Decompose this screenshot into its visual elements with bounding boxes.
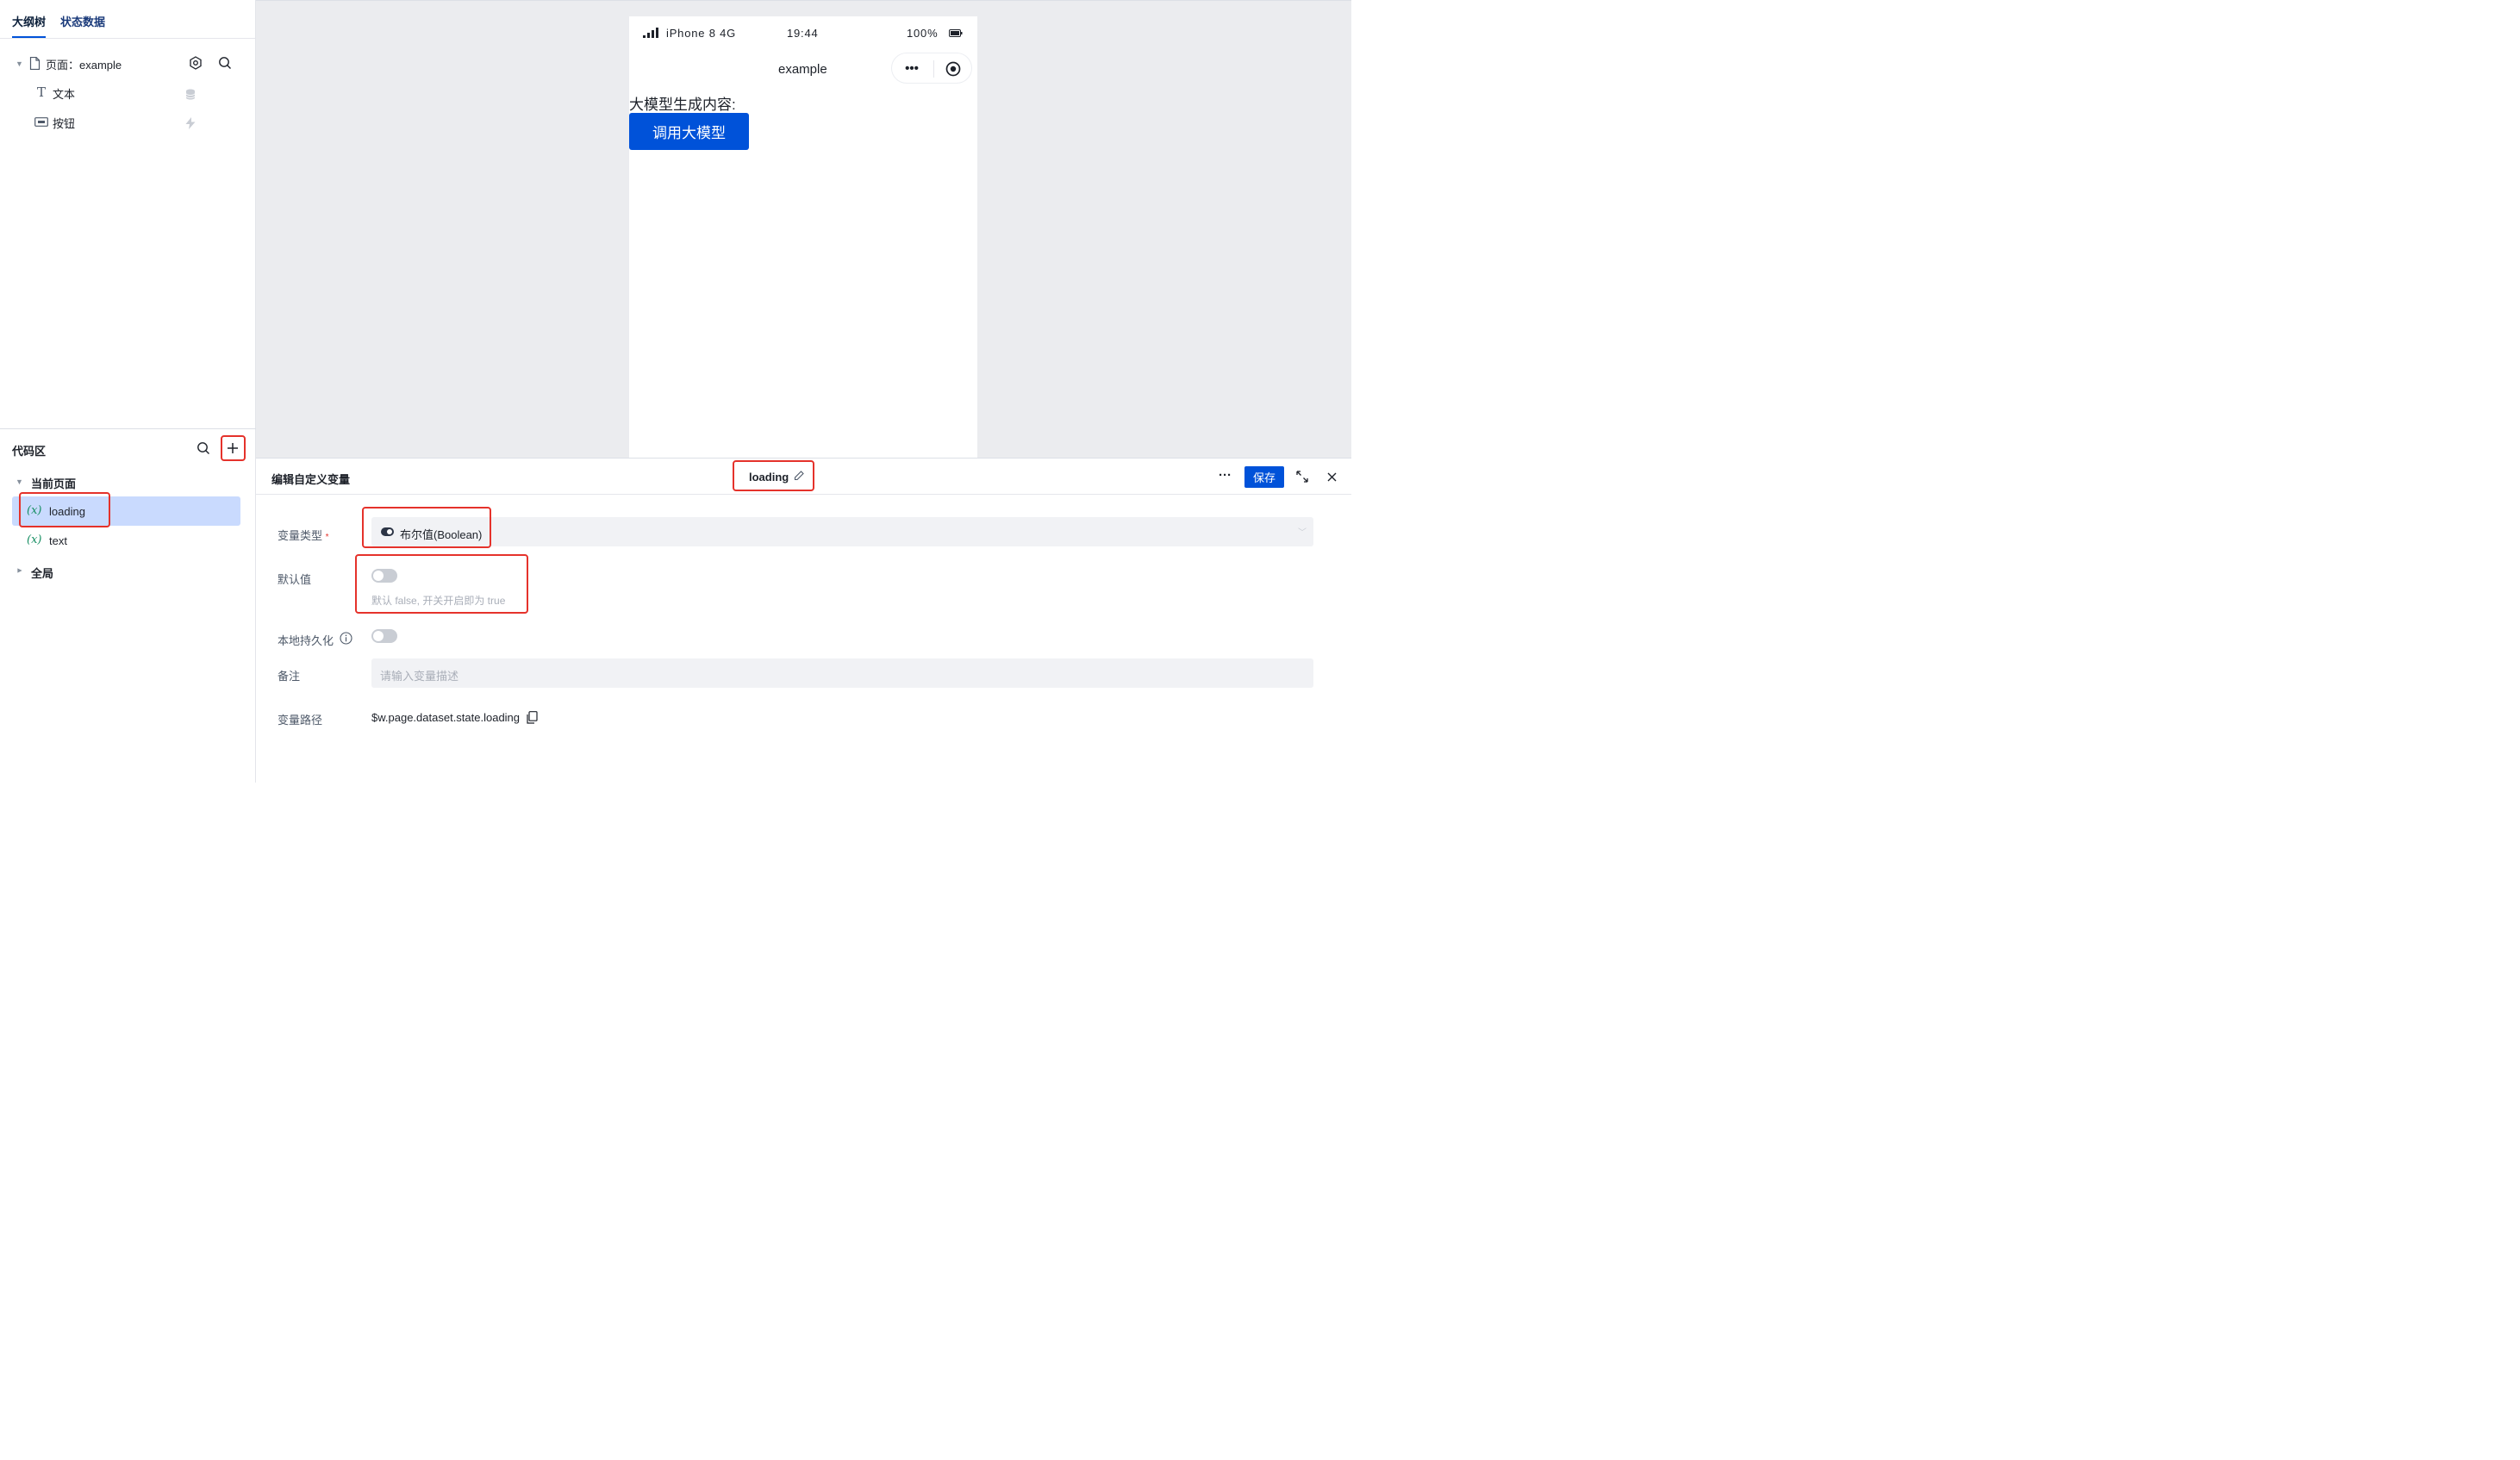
variable-editor-panel: 编辑自定义变量 loading ··· 保存 变量类型 * 布尔值(Boolea… <box>256 458 1351 783</box>
highlight-default-value <box>355 554 528 614</box>
tree-item-page-label: 页面：example <box>46 59 122 72</box>
tree-item-button-label: 按钮 <box>53 117 76 130</box>
code-search-icon[interactable] <box>196 440 211 456</box>
status-battery: 100% <box>907 27 939 40</box>
note-placeholder: 请输入变量描述 <box>380 670 459 683</box>
note-input[interactable]: 请输入变量描述 <box>371 658 1313 688</box>
highlight-add-button <box>221 435 246 461</box>
variable-item-text[interactable]: (x) text <box>12 526 240 555</box>
code-area-title: 代码区 <box>12 445 47 458</box>
event-lightning-icon[interactable] <box>184 116 197 130</box>
tab-state-data[interactable]: 状态数据 <box>60 13 105 29</box>
global-caret-icon[interactable]: ▼ <box>15 567 23 575</box>
global-group[interactable]: 全局 <box>31 565 53 581</box>
highlight-variable-name <box>733 460 814 491</box>
close-target-icon[interactable] <box>945 60 962 78</box>
status-time: 19:44 <box>787 27 819 40</box>
data-binding-icon[interactable] <box>184 87 197 101</box>
info-icon[interactable] <box>339 631 352 645</box>
capsule-divider <box>933 60 934 78</box>
left-panel: 大纲树 状态数据 ▼ 页面：example T 文本 按钮 代码区 ▼ 当前页面… <box>0 0 256 783</box>
generated-content-label: 大模型生成内容: <box>629 97 736 113</box>
collapse-caret-icon[interactable]: ▼ <box>16 59 23 68</box>
local-persistence-toggle[interactable] <box>371 629 397 643</box>
call-model-button[interactable]: 调用大模型 <box>629 113 749 150</box>
default-value-label: 默认值 <box>278 573 312 586</box>
editor-title: 编辑自定义变量 <box>271 473 351 486</box>
more-options-icon[interactable]: ··· <box>1219 468 1232 483</box>
current-page-caret-icon[interactable]: ▼ <box>16 477 23 486</box>
tree-item-page[interactable]: ▼ 页面：example <box>0 50 255 76</box>
variable-icon: (x) <box>27 533 42 546</box>
close-icon[interactable] <box>1325 469 1338 484</box>
required-mark: * <box>325 533 329 542</box>
copy-icon[interactable] <box>525 710 539 724</box>
expand-icon[interactable] <box>1294 469 1310 484</box>
variable-name: text <box>49 534 67 547</box>
panel-divider <box>0 428 256 429</box>
battery-icon <box>948 27 964 39</box>
current-page-group[interactable]: 当前页面 <box>31 475 76 491</box>
tree-item-button[interactable]: 按钮 <box>0 109 255 134</box>
panel-tabs: 大纲树 状态数据 <box>0 0 255 39</box>
tree-search-icon[interactable] <box>217 55 233 71</box>
page-file-icon <box>28 56 41 70</box>
signal-icon <box>642 27 659 39</box>
page-settings-icon[interactable] <box>188 55 203 71</box>
variable-path-label: 变量路径 <box>278 714 323 727</box>
note-label: 备注 <box>278 670 301 683</box>
variable-path-value: $w.page.dataset.state.loading <box>371 711 521 724</box>
status-carrier: iPhone 8 4G <box>666 27 737 40</box>
mini-program-capsule: ••• <box>891 53 972 84</box>
tab-outline[interactable]: 大纲树 <box>12 13 46 29</box>
chevron-down-icon: ﹀ <box>1298 528 1307 538</box>
highlight-variable-type <box>362 507 491 548</box>
page-nav-title: example <box>778 62 827 77</box>
variable-type-label: 变量类型 * <box>278 529 329 542</box>
more-dots-icon[interactable]: ••• <box>902 61 921 76</box>
highlight-loading-variable <box>19 492 110 527</box>
phone-preview: iPhone 8 4G 19:44 100% example ••• 大模型生成… <box>629 16 977 458</box>
save-button[interactable]: 保存 <box>1244 466 1284 488</box>
text-component-icon: T <box>36 84 46 100</box>
tab-active-indicator <box>12 36 46 38</box>
tree-item-text-label: 文本 <box>53 88 76 101</box>
variable-type-select[interactable]: 布尔值(Boolean) ﹀ <box>371 517 1313 546</box>
button-component-icon <box>34 115 48 128</box>
editor-header: 编辑自定义变量 loading ··· 保存 <box>256 459 1351 495</box>
tree-item-text[interactable]: T 文本 <box>0 79 255 105</box>
local-persistence-label: 本地持久化 <box>278 634 334 647</box>
